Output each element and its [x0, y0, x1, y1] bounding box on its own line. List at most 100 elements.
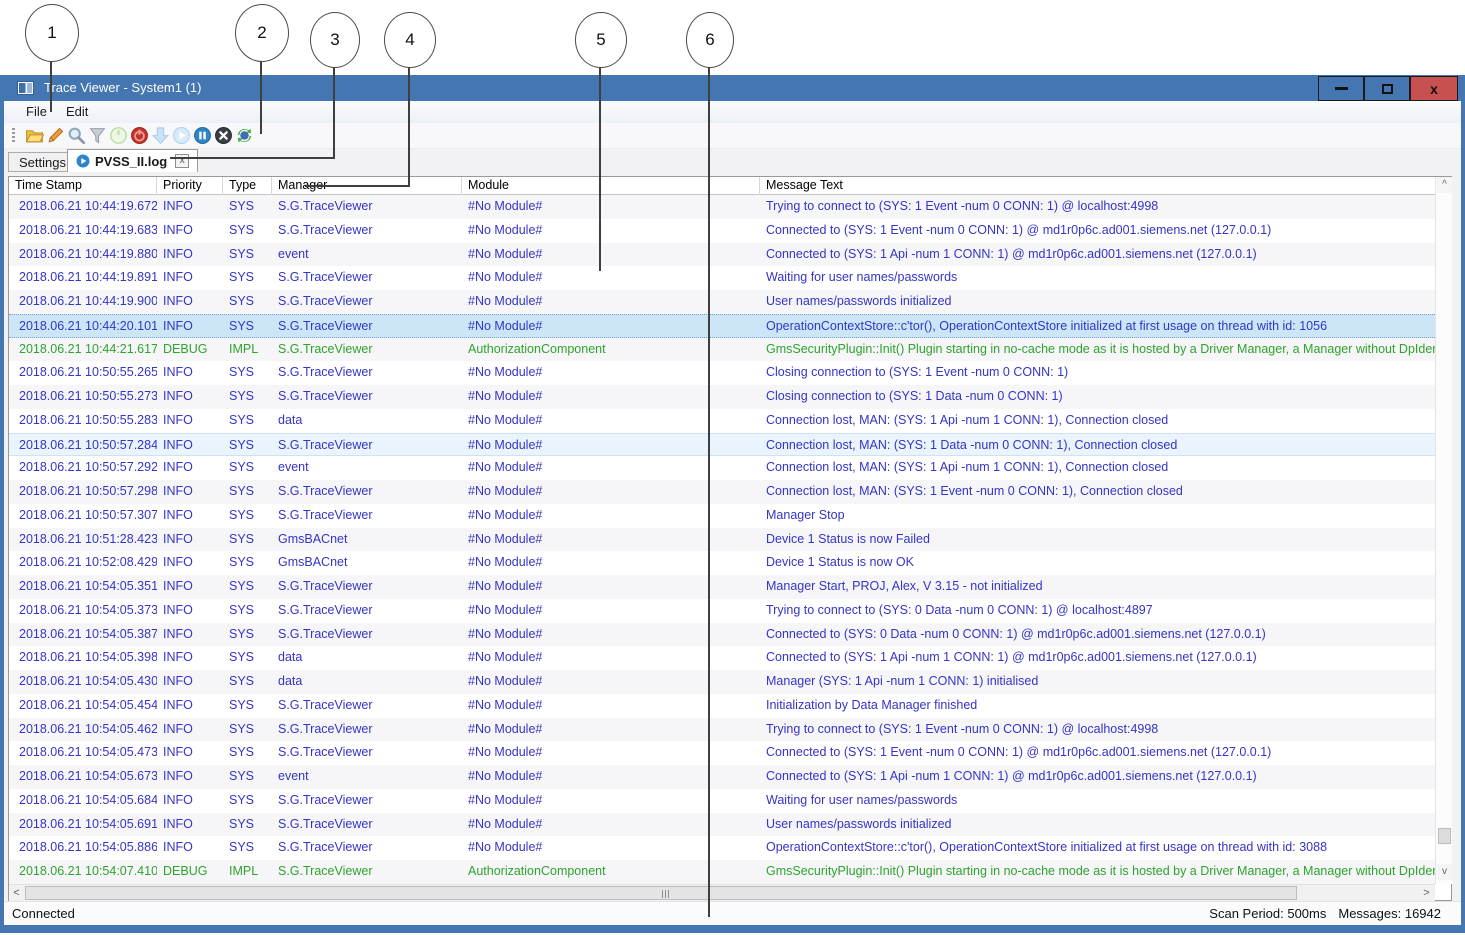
cell-type: SYS — [223, 195, 272, 219]
table-row[interactable]: 2018.06.21 10:50:57.284INFOSYSS.G.TraceV… — [9, 433, 1435, 457]
maximize-button[interactable] — [1364, 76, 1410, 101]
table-row[interactable]: 2018.06.21 10:44:19.891INFOSYSS.G.TraceV… — [9, 266, 1435, 290]
minimize-button[interactable] — [1318, 76, 1364, 101]
cell-type: SYS — [223, 836, 272, 860]
refresh-icon[interactable] — [235, 126, 254, 145]
table-row[interactable]: 2018.06.21 10:54:05.387INFOSYSS.G.TraceV… — [9, 623, 1435, 647]
table-row[interactable]: 2018.06.21 10:54:05.886INFOSYSS.G.TraceV… — [9, 836, 1435, 860]
message-count: Messages: 16942 — [1338, 906, 1441, 921]
table-row[interactable]: 2018.06.21 10:44:20.101INFOSYSS.G.TraceV… — [9, 314, 1435, 338]
power-off-icon[interactable] — [130, 126, 149, 145]
column-header-message[interactable]: Message Text — [760, 177, 1435, 195]
horizontal-scrollbar[interactable]: < > — [9, 884, 1435, 901]
table-row[interactable]: 2018.06.21 10:44:19.900INFOSYSS.G.TraceV… — [9, 290, 1435, 314]
table-row[interactable]: 2018.06.21 10:54:05.691INFOSYSS.G.TraceV… — [9, 813, 1435, 837]
callout-5: 5 — [575, 12, 627, 68]
cell-type: SYS — [223, 290, 272, 314]
cell-module: #No Module# — [462, 813, 760, 837]
filter-icon[interactable] — [88, 126, 107, 145]
table-row[interactable]: 2018.06.21 10:50:57.307INFOSYSS.G.TraceV… — [9, 504, 1435, 528]
cell-module: #No Module# — [462, 315, 760, 337]
cell-manager: S.G.TraceViewer — [272, 195, 462, 219]
cell-priority: INFO — [157, 694, 223, 718]
table-row[interactable]: 2018.06.21 10:52:08.429INFOSYSGmsBACnet#… — [9, 551, 1435, 575]
trace-viewer-screenshot: Trace Viewer - System1 (1) x File Edit S… — [0, 0, 1465, 935]
title-bar[interactable]: Trace Viewer - System1 (1) — [0, 75, 1465, 101]
table-row[interactable]: 2018.06.21 10:54:05.373INFOSYSS.G.TraceV… — [9, 599, 1435, 623]
cell-timestamp: 2018.06.21 10:54:05.351 — [9, 575, 157, 599]
table-row[interactable]: 2018.06.21 10:50:55.273INFOSYSS.G.TraceV… — [9, 385, 1435, 409]
callout-1-line — [50, 61, 52, 112]
cell-type: SYS — [223, 741, 272, 765]
vertical-scrollbar[interactable]: ^ v — [1435, 177, 1452, 884]
cell-type: SYS — [223, 361, 272, 385]
column-header-module[interactable]: Module — [462, 177, 760, 195]
table-row[interactable]: 2018.06.21 10:54:05.462INFOSYSS.G.TraceV… — [9, 718, 1435, 742]
table-row[interactable]: 2018.06.21 10:54:07.410DEBUGIMPLS.G.Trac… — [9, 860, 1435, 884]
open-folder-icon[interactable] — [25, 126, 44, 145]
table-row[interactable]: 2018.06.21 10:54:05.454INFOSYSS.G.TraceV… — [9, 694, 1435, 718]
table-row[interactable]: 2018.06.21 10:54:05.398INFOSYSdata#No Mo… — [9, 646, 1435, 670]
cell-type: SYS — [223, 434, 272, 456]
stop-icon[interactable] — [214, 126, 233, 145]
table-row[interactable]: 2018.06.21 10:44:19.880INFOSYSevent#No M… — [9, 243, 1435, 267]
edit-pencil-icon[interactable] — [46, 126, 65, 145]
cell-message: Manager Start, PROJ, Alex, V 3.15 - not … — [760, 575, 1435, 599]
tab-pvss-log[interactable]: PVSS_II.log x — [67, 149, 198, 172]
column-header-timestamp[interactable]: Time Stamp — [9, 177, 157, 195]
cell-priority: INFO — [157, 315, 223, 337]
scroll-down-icon[interactable]: v — [1437, 864, 1452, 880]
cell-module: #No Module# — [462, 694, 760, 718]
table-row[interactable]: 2018.06.21 10:50:55.283INFOSYSdata#No Mo… — [9, 409, 1435, 433]
power-on-icon[interactable] — [109, 126, 128, 145]
horizontal-scrollbar-thumb[interactable] — [25, 886, 1297, 900]
cell-manager: S.G.TraceViewer — [272, 813, 462, 837]
cell-timestamp: 2018.06.21 10:54:05.462 — [9, 718, 157, 742]
close-button[interactable]: x — [1410, 76, 1458, 101]
table-row[interactable]: 2018.06.21 10:54:05.351INFOSYSS.G.TraceV… — [9, 575, 1435, 599]
arrow-down-icon[interactable] — [151, 126, 170, 145]
cell-message: OperationContextStore::c'tor(), Operatio… — [760, 836, 1435, 860]
table-row[interactable]: 2018.06.21 10:44:19.672INFOSYSS.G.TraceV… — [9, 195, 1435, 219]
cell-module: #No Module# — [462, 243, 760, 267]
pause-icon[interactable] — [193, 126, 212, 145]
table-row[interactable]: 2018.06.21 10:44:21.617DEBUGIMPLS.G.Trac… — [9, 338, 1435, 362]
table-row[interactable]: 2018.06.21 10:50:55.265INFOSYSS.G.TraceV… — [9, 361, 1435, 385]
cell-type: SYS — [223, 670, 272, 694]
vertical-scrollbar-thumb[interactable] — [1438, 828, 1451, 844]
callout-3: 3 — [310, 12, 360, 68]
column-header-priority[interactable]: Priority — [157, 177, 223, 195]
column-header-type[interactable]: Type — [223, 177, 272, 195]
cell-type: SYS — [223, 551, 272, 575]
toolbar-grip[interactable] — [12, 128, 15, 144]
close-icon: x — [1430, 81, 1438, 97]
cell-timestamp: 2018.06.21 10:54:05.691 — [9, 813, 157, 837]
table-row[interactable]: 2018.06.21 10:54:05.430INFOSYSdata#No Mo… — [9, 670, 1435, 694]
cell-timestamp: 2018.06.21 10:44:19.880 — [9, 243, 157, 267]
cell-priority: INFO — [157, 434, 223, 456]
cell-manager: S.G.TraceViewer — [272, 385, 462, 409]
table-row[interactable]: 2018.06.21 10:50:57.292INFOSYSevent#No M… — [9, 456, 1435, 480]
cell-priority: INFO — [157, 575, 223, 599]
cell-priority: INFO — [157, 599, 223, 623]
cell-timestamp: 2018.06.21 10:50:55.283 — [9, 409, 157, 433]
table-row[interactable]: 2018.06.21 10:54:05.673INFOSYSevent#No M… — [9, 765, 1435, 789]
scroll-up-icon[interactable]: ^ — [1437, 177, 1452, 193]
table-row[interactable]: 2018.06.21 10:51:28.423INFOSYSGmsBACnet#… — [9, 528, 1435, 552]
cell-timestamp: 2018.06.21 10:44:21.617 — [9, 338, 157, 362]
cell-timestamp: 2018.06.21 10:54:05.387 — [9, 623, 157, 647]
cell-priority: INFO — [157, 670, 223, 694]
cell-type: SYS — [223, 385, 272, 409]
search-icon[interactable] — [67, 126, 86, 145]
tab-pvss-log-label: PVSS_II.log — [95, 154, 167, 169]
table-row[interactable]: 2018.06.21 10:54:05.473INFOSYSS.G.TraceV… — [9, 741, 1435, 765]
scroll-left-icon[interactable]: < — [9, 886, 24, 901]
scroll-right-icon[interactable]: > — [1419, 886, 1434, 901]
table-row[interactable]: 2018.06.21 10:50:57.298INFOSYSS.G.TraceV… — [9, 480, 1435, 504]
cell-message: Device 1 Status is now Failed — [760, 528, 1435, 552]
cell-priority: INFO — [157, 765, 223, 789]
table-row[interactable]: 2018.06.21 10:44:19.683INFOSYSS.G.TraceV… — [9, 219, 1435, 243]
play-icon[interactable] — [172, 126, 191, 145]
table-row[interactable]: 2018.06.21 10:54:05.684INFOSYSS.G.TraceV… — [9, 789, 1435, 813]
menu-edit[interactable]: Edit — [56, 101, 98, 123]
